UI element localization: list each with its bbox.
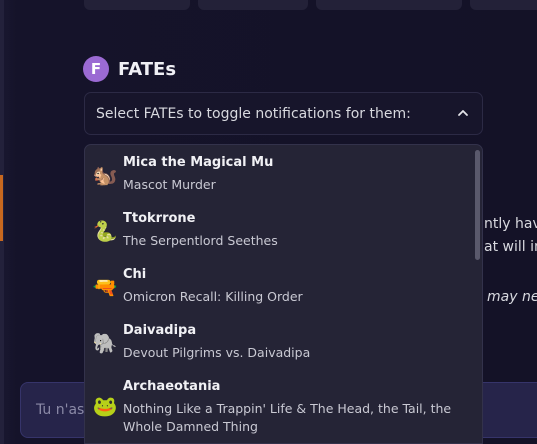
background-text-line: ntly hav: [484, 216, 537, 232]
fate-select[interactable]: Select FATEs to toggle notifications for…: [84, 92, 483, 135]
background-text-line: may ne: [487, 289, 537, 305]
fate-option-name: Daivadipa: [123, 323, 197, 338]
fate-option-description: Nothing Like a Trappin' Life & The Head,…: [123, 401, 452, 434]
background-text-line: at will in: [484, 239, 537, 255]
select-placeholder: Select FATEs to toggle notifications for…: [96, 105, 411, 122]
fate-option-name: Mica the Magical Mu: [123, 155, 274, 170]
fate-option-description: Devout Pilgrims vs. Daivadipa: [123, 345, 311, 360]
top-chip-2[interactable]: [198, 0, 308, 10]
fate-option-description: The Serpentlord Seethes: [123, 233, 278, 248]
fate-option[interactable]: 🐸 Archaeotania Nothing Like a Trappin' L…: [85, 369, 475, 443]
fate-option-description: Omicron Recall: Killing Order: [123, 289, 303, 304]
top-chip-4[interactable]: [470, 0, 537, 10]
fate-option[interactable]: 🐍 Ttokrrone The Serpentlord Seethes: [85, 201, 475, 257]
fate-option-description: Mascot Murder: [123, 177, 216, 192]
fate-dropdown-list[interactable]: 🐿️ Mica the Magical Mu Mascot Murder 🐍 T…: [84, 144, 483, 444]
section-header: F FATEs: [83, 56, 176, 82]
fate-option[interactable]: 🐿️ Mica the Magical Mu Mascot Murder: [85, 145, 475, 201]
top-chip-3[interactable]: g: [316, 0, 462, 10]
fate-option[interactable]: 🐘 Daivadipa Devout Pilgrims vs. Daivadip…: [85, 313, 475, 369]
frog-icon: 🐸: [92, 394, 118, 418]
fate-notifications-page: g F FATEs Select FATEs to toggle notific…: [0, 0, 537, 444]
left-accent-bar: [0, 175, 3, 241]
fate-option[interactable]: 🔫 Chi Omicron Recall: Killing Order: [85, 257, 475, 313]
chipmunk-icon: 🐿️: [92, 163, 118, 187]
chevron-up-icon[interactable]: [456, 106, 470, 120]
fate-badge-icon: F: [83, 56, 109, 82]
top-chip-1[interactable]: [84, 0, 190, 10]
snake-icon: 🐍: [92, 219, 118, 243]
fate-option-name: Archaeotania: [123, 379, 221, 394]
water-pistol-icon: 🔫: [92, 275, 118, 299]
elephant-icon: 🐘: [92, 331, 118, 355]
message-input-placeholder: Tu n'as: [36, 402, 85, 418]
section-title: FATEs: [118, 58, 177, 80]
fate-option-name: Ttokrrone: [123, 211, 196, 226]
fate-option-name: Chi: [123, 267, 147, 282]
dropdown-scrollbar[interactable]: [475, 150, 480, 260]
